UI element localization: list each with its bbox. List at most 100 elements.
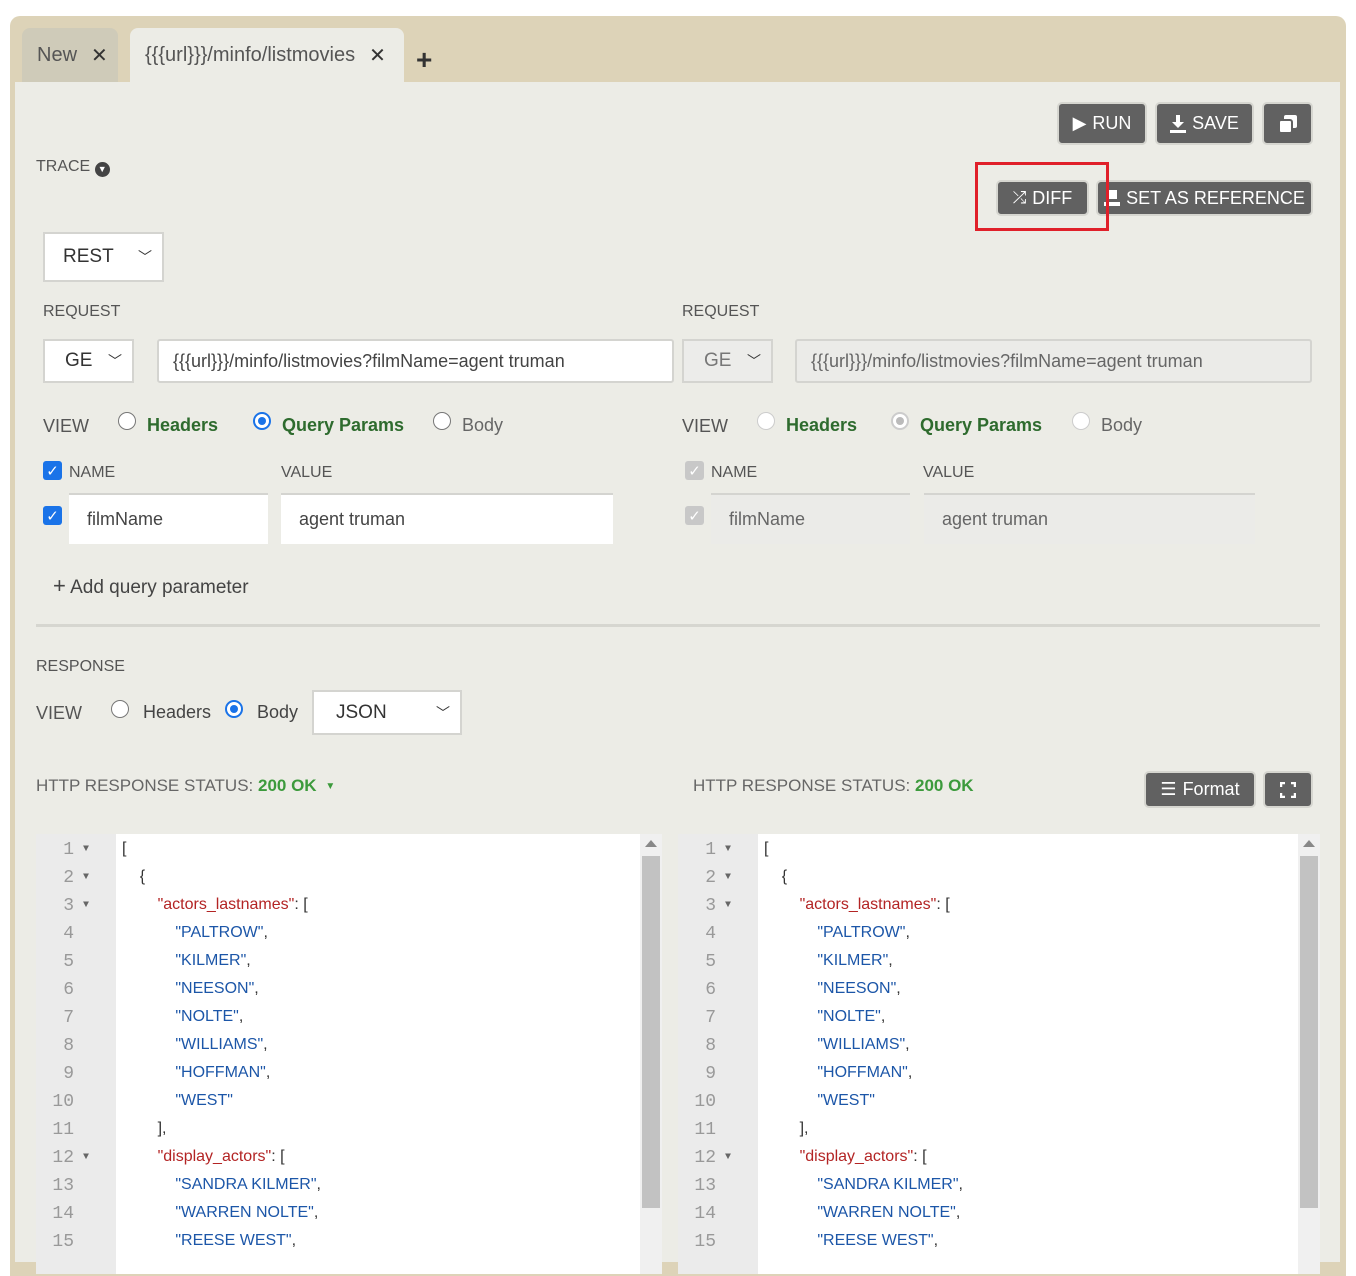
json-string: "PALTROW" <box>817 924 906 941</box>
copy-button[interactable] <box>1262 102 1313 145</box>
json-string: "WILLIAMS" <box>175 1036 264 1053</box>
response-status-left: HTTP RESPONSE STATUS: 200 OK ▼ <box>36 776 335 796</box>
status-label: HTTP RESPONSE STATUS: <box>693 776 911 795</box>
fold-icon[interactable]: ▼ <box>83 900 89 911</box>
code-line: "NOLTE", <box>817 1008 886 1025</box>
code-line: "WARREN NOLTE", <box>175 1204 319 1221</box>
json-string: "REESE WEST" <box>175 1232 292 1249</box>
scroll-thumb[interactable] <box>1300 856 1318 1208</box>
code-line: "WARREN NOLTE", <box>817 1204 961 1221</box>
fold-icon[interactable]: ▼ <box>725 844 731 855</box>
method-select-left[interactable]: GE ﹀ <box>43 339 134 383</box>
fold-icon[interactable]: ▼ <box>725 1152 731 1163</box>
editor-scrollbar[interactable] <box>640 834 662 1274</box>
set-as-reference-button[interactable]: SET AS REFERENCE <box>1096 180 1313 216</box>
json-string: "KILMER" <box>817 952 889 969</box>
line-number-text: 5 <box>63 952 74 972</box>
line-number-text: 1 <box>705 840 716 860</box>
line-number-text: 9 <box>705 1064 716 1084</box>
json-key: "actors_lastnames" <box>799 896 937 913</box>
line-number-text: 13 <box>52 1176 74 1196</box>
set-reference-label: SET AS REFERENCE <box>1126 187 1305 208</box>
close-icon[interactable]: ✕ <box>369 43 386 68</box>
response-body-label: Body <box>257 702 299 722</box>
chevron-down-icon: ﹀ <box>436 704 450 721</box>
line-number-text: 2 <box>705 868 716 888</box>
format-button[interactable]: ☰ Format <box>1144 771 1256 808</box>
code-line: ], <box>122 1120 167 1137</box>
run-button[interactable]: ▶ RUN <box>1057 102 1147 145</box>
param-value: agent truman <box>299 509 406 529</box>
tab-listmovies[interactable]: {{{url}}}/minfo/listmovies ✕ <box>130 28 404 82</box>
view-body-radio-right <box>1072 412 1090 430</box>
response-body-radio[interactable] <box>225 700 243 718</box>
view-headers-label: Headers <box>147 415 219 435</box>
save-label: SAVE <box>1192 113 1239 133</box>
response-format-select[interactable]: JSON ﹀ <box>312 690 462 735</box>
scroll-thumb[interactable] <box>642 856 660 1208</box>
code-line: { <box>764 868 788 885</box>
view-headers-radio-left[interactable] <box>118 412 136 430</box>
url-value: {{{url}}}/minfo/listmovies?filmName=agen… <box>811 350 1203 371</box>
select-all-checkbox-left[interactable]: ✓ <box>43 461 62 480</box>
add-tab-icon[interactable]: + <box>416 44 432 76</box>
code-line: [ <box>122 840 127 857</box>
trace-toggle[interactable]: TRACE ▼ <box>36 158 110 177</box>
param-checkbox-right: ✓ <box>685 506 704 525</box>
fullscreen-button[interactable] <box>1263 771 1313 808</box>
line-number-text: 3 <box>63 896 74 916</box>
caret-down-icon[interactable]: ▼ <box>325 781 335 792</box>
value-header: VALUE <box>281 464 333 481</box>
code-line: "WEST" <box>764 1092 875 1110</box>
status-label: HTTP RESPONSE STATUS: <box>36 776 254 795</box>
line-number-text: 11 <box>694 1120 716 1140</box>
view-label-right: VIEW <box>682 416 729 436</box>
code-line: "WEST" <box>122 1092 233 1110</box>
code-line: "HOFFMAN", <box>817 1064 913 1081</box>
add-query-parameter-button[interactable]: + Add query parameter <box>53 573 249 599</box>
code-line: "SANDRA KILMER", <box>175 1176 321 1193</box>
format-label: Format <box>1182 779 1240 799</box>
close-icon[interactable]: ✕ <box>91 43 108 68</box>
response-editor-right[interactable]: 1 ▼ [2 ▼ {3 ▼ "actors_lastnames": [4 "PALTRO… <box>678 834 1320 1274</box>
line-number-text: 2 <box>63 868 74 888</box>
scroll-up-icon[interactable] <box>645 840 657 847</box>
view-label-left: VIEW <box>43 416 90 436</box>
code-line: ], <box>764 1120 809 1137</box>
fold-icon[interactable]: ▼ <box>83 1152 89 1163</box>
line-number-text: 10 <box>52 1092 74 1112</box>
response-headers-label: Headers <box>143 702 212 722</box>
url-input-left[interactable]: {{{url}}}/minfo/listmovies?filmName=agen… <box>157 339 674 383</box>
line-number-text: 15 <box>52 1232 74 1252</box>
view-body-radio-left[interactable] <box>433 412 451 430</box>
json-string: "HOFFMAN" <box>817 1064 908 1081</box>
fold-icon[interactable]: ▼ <box>83 872 89 883</box>
response-view-label: VIEW <box>36 703 83 723</box>
code-line: "PALTROW", <box>817 924 910 941</box>
param-checkbox-left[interactable]: ✓ <box>43 506 62 525</box>
code-line: [ <box>764 840 769 857</box>
name-header: NAME <box>711 464 758 481</box>
chevron-down-icon: ﹀ <box>138 249 152 265</box>
json-key: "display_actors" <box>157 1148 272 1165</box>
view-body-label: Body <box>1101 415 1143 435</box>
param-value-input-left[interactable]: agent truman <box>281 493 613 544</box>
fold-icon[interactable]: ▼ <box>83 844 89 855</box>
view-query-params-radio-left[interactable] <box>253 412 271 430</box>
code-line: "KILMER", <box>175 952 251 969</box>
tab-new[interactable]: New ✕ <box>22 28 118 82</box>
line-number-text: 7 <box>63 1008 74 1028</box>
view-query-params-label: Query Params <box>920 415 1043 435</box>
response-editor-left[interactable]: 1 ▼ [2 ▼ {3 ▼ "actors_lastnames": [4 "PALTRO… <box>36 834 662 1274</box>
json-string: "WARREN NOLTE" <box>175 1204 314 1221</box>
line-number-text: 13 <box>694 1176 716 1196</box>
fold-icon[interactable]: ▼ <box>725 900 731 911</box>
save-button[interactable]: SAVE <box>1155 102 1254 145</box>
chevron-down-circle-icon: ▼ <box>94 162 110 177</box>
response-headers-radio[interactable] <box>111 700 129 718</box>
fold-icon[interactable]: ▼ <box>725 872 731 883</box>
param-name-input-left[interactable]: filmName <box>69 493 268 544</box>
scroll-up-icon[interactable] <box>1303 840 1315 847</box>
protocol-select[interactable]: REST ﹀ <box>43 232 164 282</box>
editor-scrollbar[interactable] <box>1298 834 1320 1274</box>
